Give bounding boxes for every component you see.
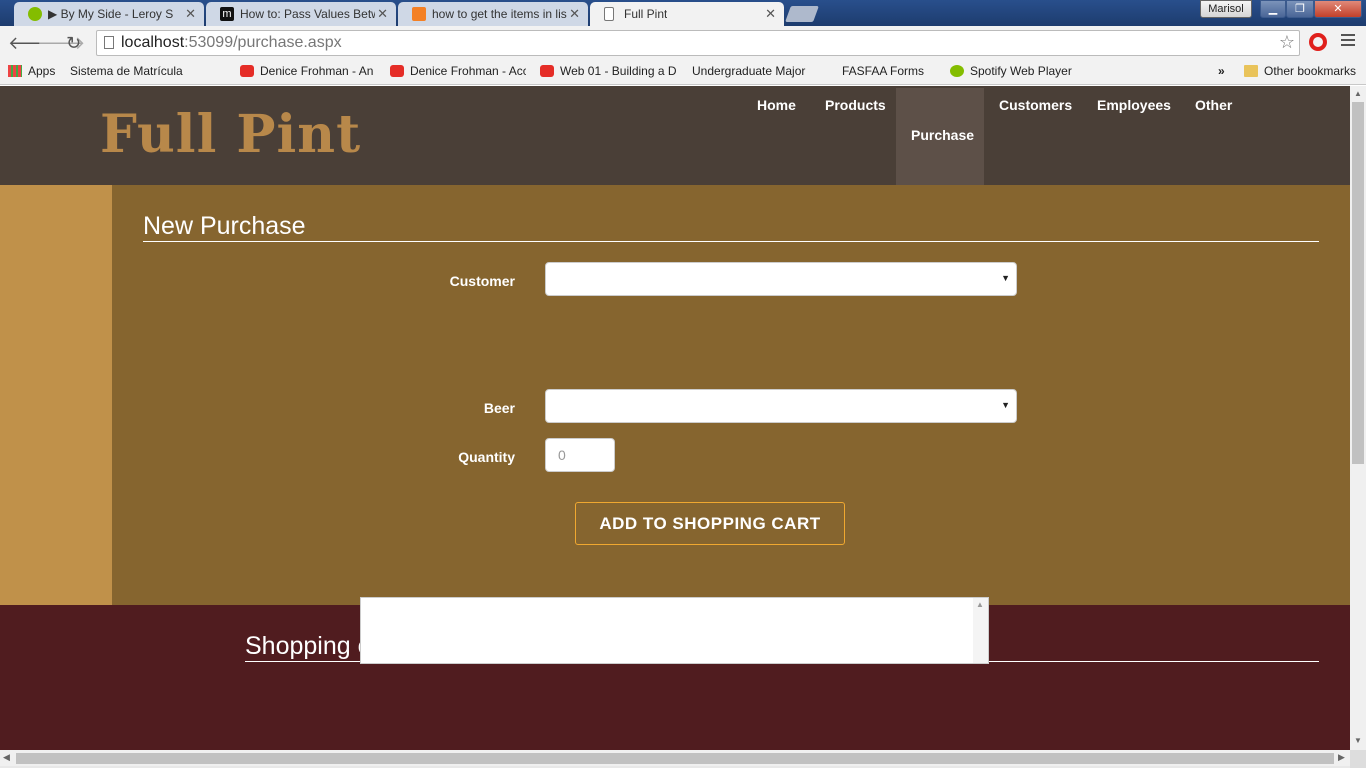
- bookmarks-bar: Apps Sistema de Matrícula Denice Frohman…: [0, 60, 1366, 85]
- dropdown-arrow-icon: ▼: [1001, 400, 1010, 410]
- scrollbar-corner: [1350, 750, 1366, 768]
- new-tab-button[interactable]: [785, 6, 819, 22]
- beer-select[interactable]: ▼: [545, 389, 1017, 423]
- nav-other[interactable]: Other: [1195, 97, 1232, 113]
- scroll-down-icon[interactable]: ▼: [1354, 736, 1362, 745]
- page-icon: [604, 7, 614, 21]
- tab-label: Full Pint: [624, 7, 668, 21]
- scroll-left-icon[interactable]: ◀: [3, 752, 10, 763]
- quantity-input[interactable]: 0: [545, 438, 615, 472]
- bookmark-spotify[interactable]: Spotify Web Player: [950, 64, 1072, 78]
- nav-home[interactable]: Home: [757, 97, 796, 113]
- add-to-cart-button[interactable]: ADD TO SHOPPING CART: [575, 502, 845, 545]
- minimize-button[interactable]: ▁: [1260, 0, 1286, 18]
- folder-icon: [1244, 65, 1258, 77]
- star-icon[interactable]: ☆: [1279, 32, 1295, 53]
- bookmark-label: Sistema de Matrícula: [70, 64, 183, 78]
- bookmark-denice-2[interactable]: Denice Frohman - Acc: [390, 64, 526, 78]
- left-sidebar: [0, 185, 112, 605]
- stackoverflow-icon: [412, 7, 426, 21]
- page-icon: [104, 36, 114, 49]
- youtube-icon: [240, 65, 254, 77]
- menu-icon[interactable]: [1341, 34, 1355, 49]
- close-icon[interactable]: ✕: [185, 6, 196, 22]
- vertical-scroll-thumb[interactable]: [1352, 102, 1364, 464]
- bookmarks-overflow[interactable]: »: [1218, 64, 1225, 78]
- youtube-icon: [540, 65, 554, 77]
- close-icon[interactable]: ✕: [569, 6, 580, 22]
- site-logo[interactable]: Full Pint: [100, 104, 361, 165]
- tab-spotify[interactable]: ▶ By My Side - Leroy S ✕: [14, 2, 204, 26]
- horizontal-scroll-thumb[interactable]: [16, 753, 1334, 764]
- scroll-up-icon[interactable]: ▲: [976, 600, 984, 609]
- beer-label: Beer: [483, 400, 515, 416]
- close-icon[interactable]: ✕: [765, 6, 776, 22]
- tab-full-pint[interactable]: Full Pint ✕: [590, 2, 784, 26]
- tab-stackoverflow[interactable]: how to get the items in lis ✕: [398, 2, 588, 26]
- title-divider: [143, 241, 1319, 242]
- bookmark-label: Web 01 - Building a D: [560, 64, 676, 78]
- tab-label: How to: Pass Values Betwe: [240, 7, 375, 21]
- profile-button[interactable]: Marisol: [1200, 0, 1252, 18]
- apps-icon: [8, 65, 22, 77]
- bookmark-apps[interactable]: Apps: [8, 64, 55, 78]
- bookmark-label: Spotify Web Player: [970, 64, 1072, 78]
- m-icon: m: [220, 7, 234, 21]
- bookmark-label: Denice Frohman - Acc: [410, 64, 526, 78]
- tab-label: how to get the items in lis: [432, 7, 567, 21]
- scroll-right-icon[interactable]: ▶: [1338, 752, 1345, 763]
- nav-purchase[interactable]: Purchase: [911, 127, 974, 143]
- bookmark-label: Denice Frohman - An: [260, 64, 374, 78]
- cart-list-scrollbar[interactable]: ▲: [973, 598, 988, 663]
- tab-how-to-pass-values[interactable]: m How to: Pass Values Betwe ✕: [206, 2, 396, 26]
- vertical-scrollbar[interactable]: ▲ ▼: [1350, 86, 1366, 750]
- horizontal-scrollbar[interactable]: ◀ ▶: [0, 750, 1350, 766]
- address-bar[interactable]: localhost:53099/purchase.aspx ☆: [96, 30, 1300, 56]
- close-icon[interactable]: ✕: [377, 6, 388, 22]
- bookmark-label: Undergraduate Major: [692, 64, 806, 78]
- close-window-button[interactable]: ✕: [1314, 0, 1362, 18]
- spotify-icon: [950, 65, 964, 77]
- customer-label: Customer: [449, 273, 515, 289]
- nav-customers[interactable]: Customers: [999, 97, 1072, 113]
- youtube-icon: [390, 65, 404, 77]
- opera-icon[interactable]: [1309, 33, 1327, 51]
- reload-icon[interactable]: ↻: [66, 33, 81, 54]
- shopping-cart-list[interactable]: ▲: [360, 597, 989, 664]
- bookmark-fasfaa[interactable]: FASFAA Forms: [842, 64, 924, 78]
- url-host: localhost: [121, 34, 185, 51]
- restore-button[interactable]: ❐: [1286, 0, 1314, 18]
- quantity-label: Quantity: [458, 449, 515, 465]
- url-path: :53099/purchase.aspx: [184, 34, 342, 51]
- other-bookmarks[interactable]: Other bookmarks: [1244, 64, 1356, 78]
- customer-select[interactable]: ▼: [545, 262, 1017, 296]
- bookmark-label: FASFAA Forms: [842, 64, 925, 78]
- browser-tab-strip: ▶ By My Side - Leroy S ✕ m How to: Pass …: [0, 0, 1366, 26]
- bookmark-undergrad[interactable]: Undergraduate Major: [692, 64, 828, 78]
- nav-products[interactable]: Products: [825, 97, 886, 113]
- spotify-icon: [28, 7, 42, 21]
- nav-employees[interactable]: Employees: [1097, 97, 1171, 113]
- bookmark-label: Other bookmarks: [1264, 64, 1357, 78]
- tab-label: ▶ By My Side - Leroy S: [48, 7, 174, 21]
- site-header: Full Pint Home Products Purchase Custome…: [0, 86, 1350, 185]
- bookmark-label: Apps: [28, 64, 56, 78]
- scroll-up-icon[interactable]: ▲: [1354, 89, 1362, 98]
- bookmark-denice-1[interactable]: Denice Frohman - An: [240, 64, 376, 78]
- bookmark-sistema[interactable]: Sistema de Matrícula: [70, 64, 183, 78]
- dropdown-arrow-icon: ▼: [1001, 273, 1010, 283]
- bookmark-web01[interactable]: Web 01 - Building a D: [540, 64, 676, 78]
- new-purchase-title: New Purchase: [143, 212, 306, 240]
